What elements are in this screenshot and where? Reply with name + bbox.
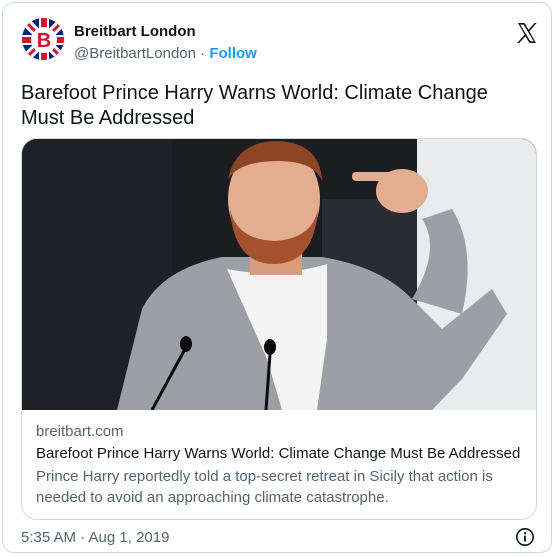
link-meta: breitbart.com Barefoot Prince Harry Warn…	[36, 422, 526, 508]
account-name[interactable]: Breitbart London	[74, 23, 196, 40]
union-flag-avatar-image: B	[22, 18, 64, 60]
tweet-embed-card: B Breitbart London @BreitbartLondon · Fo…	[2, 2, 552, 553]
link-description: Prince Harry reportedly told a top-secre…	[36, 468, 493, 506]
account-handle[interactable]: @BreitbartLondon	[74, 45, 196, 62]
link-domain: breitbart.com	[36, 423, 124, 440]
handle-line: @BreitbartLondon · Follow	[74, 45, 257, 62]
avatar[interactable]: B	[21, 17, 65, 61]
article-photo-image	[22, 139, 536, 410]
info-icon[interactable]	[515, 527, 535, 547]
follow-link[interactable]: Follow	[209, 45, 257, 62]
x-logo-icon[interactable]	[515, 21, 539, 45]
timestamp[interactable]: 5:35 AM · Aug 1, 2019	[21, 529, 169, 546]
separator-dot: ·	[195, 45, 210, 62]
tweet-footer: 5:35 AM · Aug 1, 2019	[21, 527, 537, 549]
tweet-header: B Breitbart London @BreitbartLondon · Fo…	[21, 17, 541, 62]
link-title: Barefoot Prince Harry Warns World: Clima…	[36, 445, 521, 462]
link-preview-card[interactable]: breitbart.com Barefoot Prince Harry Warn…	[21, 138, 537, 520]
avatar-letter: B	[37, 30, 51, 52]
tweet-text: Barefoot Prince Harry Warns World: Clima…	[21, 82, 488, 129]
